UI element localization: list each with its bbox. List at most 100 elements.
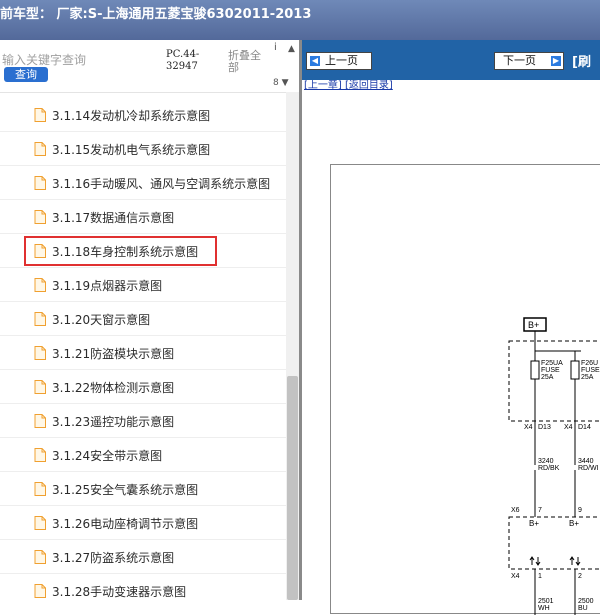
diagram-label: 2501 [538,598,554,605]
tree-item-label: 3.1.15发动机电气系统示意图 [52,143,211,157]
search-input[interactable] [2,52,160,68]
chapter-nav-link[interactable]: [上一章] [返回目录] [304,80,393,91]
document-code: PC.44-32947 [166,49,200,72]
document-icon [34,482,46,496]
wiring-diagram-frame: B+ F25UA FUSE 25A F26U FUSE 25A X4 D13 X… [330,164,600,615]
tree-item[interactable]: 3.1.17数据通信示意图 [0,200,286,234]
diagram-label: 2 [578,573,582,580]
tree-item[interactable]: 3.1.26电动座椅调节示意图 [0,506,286,540]
document-icon [34,414,46,428]
diagram-label: B+ [528,320,539,330]
tree-item[interactable]: 3.1.27防盗系统示意图 [0,540,286,574]
diagram-label: X4 [524,424,533,431]
tree-item-label: 3.1.14发动机冷却系统示意图 [52,109,211,123]
scroll-up-arrow-icon[interactable]: ▲ [288,44,295,54]
tree-item-label: 3.1.23遥控功能示意图 [52,415,175,429]
tree-item[interactable]: 3.1.22物体检测示意图 [0,370,286,404]
diagram-label: BU [578,605,588,612]
diagram-label: RD/BK [538,465,560,472]
document-icon [34,448,46,462]
next-page-button[interactable]: 下一页 ▶ [494,52,564,70]
diagram-label: 25A [541,374,554,381]
tree-item-label: 3.1.25安全气囊系统示意图 [52,483,199,497]
tree-item-label: 3.1.28手动变速器示意图 [52,585,187,599]
diagram-label: B+ [569,519,579,528]
viewer-panel: ◀ 上一页 下一页 ▶ [刷 [上一章] [返回目录] B+ F25UA FUS… [302,40,600,615]
document-icon [34,108,46,122]
next-page-label: 下一页 [503,54,536,67]
document-icon [34,346,46,360]
tree-item-label: 3.1.21防盗模块示意图 [52,347,175,361]
diagram-label: B+ [529,519,539,528]
tree-item-label: 3.1.22物体检测示意图 [52,381,175,395]
collapse-all-button[interactable]: 折叠全部 [228,50,270,74]
window-title: 前车型： 厂家:S-上海通用五菱宝骏6302011-2013 [0,7,312,22]
tree-item[interactable]: 3.1.20天窗示意图 [0,302,286,336]
prev-page-label: 上一页 [325,54,358,67]
diagram-label: RD/WI [578,465,599,472]
diagram-label: WH [538,605,550,612]
diagram-label: 9 [578,507,582,514]
window-title-bar: 前车型： 厂家:S-上海通用五菱宝骏6302011-2013 [0,0,600,40]
arrow-left-icon: ◀ [310,56,320,66]
scrollbar-thumb[interactable] [287,376,298,600]
tree-item-label: 3.1.17数据通信示意图 [52,211,175,225]
signal-arrow-icon [529,556,541,566]
diagram-label: X4 [511,573,520,580]
wiring-diagram: B+ F25UA FUSE 25A F26U FUSE 25A X4 D13 X… [508,317,600,615]
refresh-link[interactable]: [刷 [572,51,591,70]
diagram-label: D14 [578,424,591,431]
module-block [508,516,600,570]
document-icon [34,584,46,598]
fuse-f26u [570,360,580,380]
selection-highlight [24,236,217,266]
tree-item-label: 3.1.20天窗示意图 [52,313,151,327]
document-icon [34,176,46,190]
info-icon[interactable]: i [274,42,277,53]
dropdown-arrow-icon[interactable]: 8 ▼ [273,78,289,88]
search-bar: 查询 PC.44-32947 折叠全部 i ▲ 8 ▼ [0,40,300,93]
search-button[interactable]: 查询 [4,67,48,82]
diagram-label: 7 [538,507,542,514]
tree-item[interactable]: 3.1.14发动机冷却系统示意图 [0,98,286,132]
diagram-label: F26U [581,360,598,367]
diagram-label: FUSE [581,367,600,374]
tree-item-label: 3.1.19点烟器示意图 [52,279,163,293]
tree-item[interactable]: 3.1.25安全气囊系统示意图 [0,472,286,506]
tree-item-label: 3.1.27防盗系统示意图 [52,551,175,565]
viewer-toolbar: ◀ 上一页 下一页 ▶ [刷 [302,40,600,80]
document-icon [34,210,46,224]
document-icon [34,312,46,326]
document-icon [34,516,46,530]
tree-item[interactable]: 3.1.19点烟器示意图 [0,268,286,302]
tree-item[interactable]: 3.1.23遥控功能示意图 [0,404,286,438]
tree-scrollbar[interactable] [286,92,299,600]
diagram-label: X6 [511,507,520,514]
document-tree: 3.1.14发动机冷却系统示意图 3.1.15发动机电气系统示意图 3.1.16… [0,92,286,600]
left-panel: 查询 PC.44-32947 折叠全部 i ▲ 8 ▼ 3.1.14发动机冷却系… [0,40,300,600]
diagram-label: X4 [564,424,573,431]
diagram-label: D13 [538,424,551,431]
tree-item[interactable]: 3.1.16手动暖风、通风与空调系统示意图 [0,166,286,200]
tree-item-label: 3.1.16手动暖风、通风与空调系统示意图 [52,177,271,191]
diagram-label: 2500 [578,598,594,605]
prev-page-button[interactable]: ◀ 上一页 [306,52,372,70]
diagram-label: 3440 [578,458,594,465]
tree-item[interactable]: 3.1.21防盗模块示意图 [0,336,286,370]
tree-item[interactable]: 3.1.15发动机电气系统示意图 [0,132,286,166]
diagram-label: FUSE [541,367,560,374]
tree-item[interactable]: 3.1.24安全带示意图 [0,438,286,472]
diagram-label: 1 [538,573,542,580]
tree-item[interactable]: 3.1.28手动变速器示意图 [0,574,286,600]
document-icon [34,142,46,156]
diagram-label: F25UA [541,360,563,367]
document-icon [34,278,46,292]
fuse-block [508,340,600,422]
diagram-label: 25A [581,374,594,381]
document-icon [34,380,46,394]
tree-item-label: 3.1.24安全带示意图 [52,449,163,463]
tree-item-label: 3.1.26电动座椅调节示意图 [52,517,199,531]
diagram-label: 3240 [538,458,554,465]
arrow-right-icon: ▶ [551,56,561,66]
chapter-nav-bar: [上一章] [返回目录] [302,80,600,96]
